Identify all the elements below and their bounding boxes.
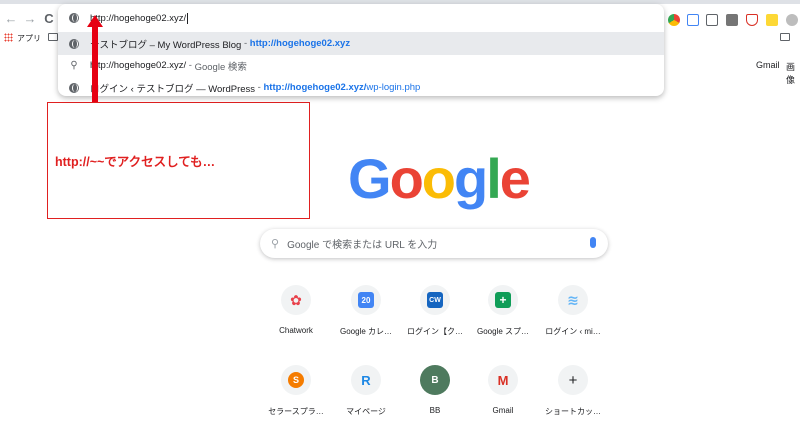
cw-icon: CW (420, 285, 450, 315)
calendar-icon: 20 (351, 285, 381, 315)
suggestion-title: ログイン ‹ テストブログ — WordPress (90, 83, 256, 95)
shortcut-tile[interactable]: + Google スプ… (464, 285, 542, 351)
shortcut-label: ショートカッ… (545, 407, 601, 416)
suggestion-separator: - (255, 82, 264, 93)
suggestion-title: http://hogehoge02.xyz/ (90, 60, 187, 71)
suggestion-source: Google 検索 (194, 61, 247, 73)
extension-list-icon[interactable] (706, 14, 718, 26)
omnibox-suggestion[interactable]: テストブログ – My WordPress Blog - http://hoge… (58, 32, 664, 55)
wave-icon: ≋ (558, 285, 588, 315)
omnibox-dropdown: http://hogehoge02.xyz/ テストブログ – My WordP… (58, 4, 664, 96)
s-logo-icon: S (281, 365, 311, 395)
shortcut-label: Google スプ… (476, 327, 530, 336)
globe-icon (68, 12, 80, 24)
suggestion-url-path: wp-login.php (366, 82, 421, 93)
suggestion-separator: - (186, 60, 195, 71)
shortcut-tile[interactable]: R マイページ (327, 365, 405, 431)
microphone-icon[interactable] (590, 237, 596, 248)
logo-letter: o (389, 147, 424, 210)
apps-bookmark[interactable]: アプリ (17, 33, 41, 44)
shortcut-label: ログイン ‹ mi… (545, 327, 601, 336)
annotation-text: http://~~でアクセスしても… (55, 155, 216, 169)
add-shortcut-tile[interactable]: + ショートカッ… (534, 365, 612, 431)
folder-icon[interactable] (48, 33, 58, 41)
extension-colorwheel-icon[interactable] (668, 14, 680, 26)
images-link[interactable]: 画像 (786, 60, 800, 86)
suggestion-separator: - (241, 38, 250, 49)
sheets-icon: + (488, 285, 518, 315)
shortcut-label: セラースプラ… (268, 407, 324, 416)
suggestion-url: http://hogehoge02.xyz/ (263, 82, 367, 93)
shortcut-tile[interactable]: M Gmail (464, 365, 542, 431)
shortcut-tile[interactable]: CW ログイン【ク… (396, 285, 474, 351)
shortcut-label: Chatwork (279, 326, 313, 335)
search-placeholder: Google で検索または URL を入力 (287, 240, 438, 251)
search-icon: ⚲ (70, 60, 78, 71)
logo-letter: o (421, 147, 456, 210)
suggestion-url: http://hogehoge02.xyz (249, 38, 351, 49)
logo-letter: l (486, 147, 502, 210)
shortcut-tile[interactable]: S セラースプラ… (257, 365, 335, 431)
shortcut-label: Google カレ… (339, 327, 393, 336)
letter-b-icon: B (420, 365, 450, 395)
plus-icon: + (558, 365, 588, 395)
extension-shield-icon[interactable] (746, 14, 758, 26)
omnibox-input-row[interactable]: http://hogehoge02.xyz/ (58, 6, 664, 30)
globe-icon (68, 38, 80, 50)
gmail-link[interactable]: Gmail (756, 60, 780, 70)
profile-avatar-icon[interactable] (786, 14, 798, 26)
google-logo: Google (348, 146, 531, 211)
reload-button[interactable]: C (42, 11, 56, 26)
omnibox-input[interactable]: http://hogehoge02.xyz/ (90, 13, 186, 24)
logo-letter: G (348, 147, 392, 210)
logo-letter: e (499, 147, 531, 210)
omnibox-suggestion[interactable]: ⚲ http://hogehoge02.xyz/ - Google 検索 (58, 54, 664, 77)
globe-icon (68, 82, 80, 94)
omnibox-suggestion[interactable]: ログイン ‹ テストブログ — WordPress - http://hogeh… (58, 76, 664, 99)
shortcut-label: Gmail (492, 406, 514, 415)
other-bookmarks-folder-icon[interactable] (780, 33, 790, 41)
chatwork-icon: ✿ (281, 285, 311, 315)
gmail-icon: M (488, 365, 518, 395)
shortcut-tile[interactable]: 20 Google カレ… (327, 285, 405, 351)
extension-c-icon[interactable] (726, 14, 738, 26)
shortcut-tile[interactable]: B BB (396, 365, 474, 431)
apps-grid-icon[interactable] (4, 33, 13, 42)
shortcut-label: ログイン【ク… (407, 327, 463, 336)
back-button[interactable]: ← (4, 11, 18, 26)
shortcut-label: BB (429, 406, 441, 415)
logo-letter: g (454, 147, 488, 210)
text-caret (187, 12, 189, 24)
forward-button[interactable]: → (23, 11, 37, 26)
search-input[interactable]: ⚲ Google で検索または URL を入力 (260, 229, 608, 258)
extension-screen-icon[interactable] (687, 14, 699, 26)
shortcut-label: マイページ (346, 407, 386, 416)
r-logo-icon: R (351, 365, 381, 395)
shortcut-tile[interactable]: ≋ ログイン ‹ mi… (534, 285, 612, 351)
extension-note-icon[interactable] (766, 14, 778, 26)
suggestion-title: テストブログ – My WordPress Blog (90, 39, 242, 51)
shortcut-tile[interactable]: ✿ Chatwork (257, 285, 335, 351)
search-icon: ⚲ (271, 238, 280, 250)
annotation-arrow (92, 24, 98, 102)
